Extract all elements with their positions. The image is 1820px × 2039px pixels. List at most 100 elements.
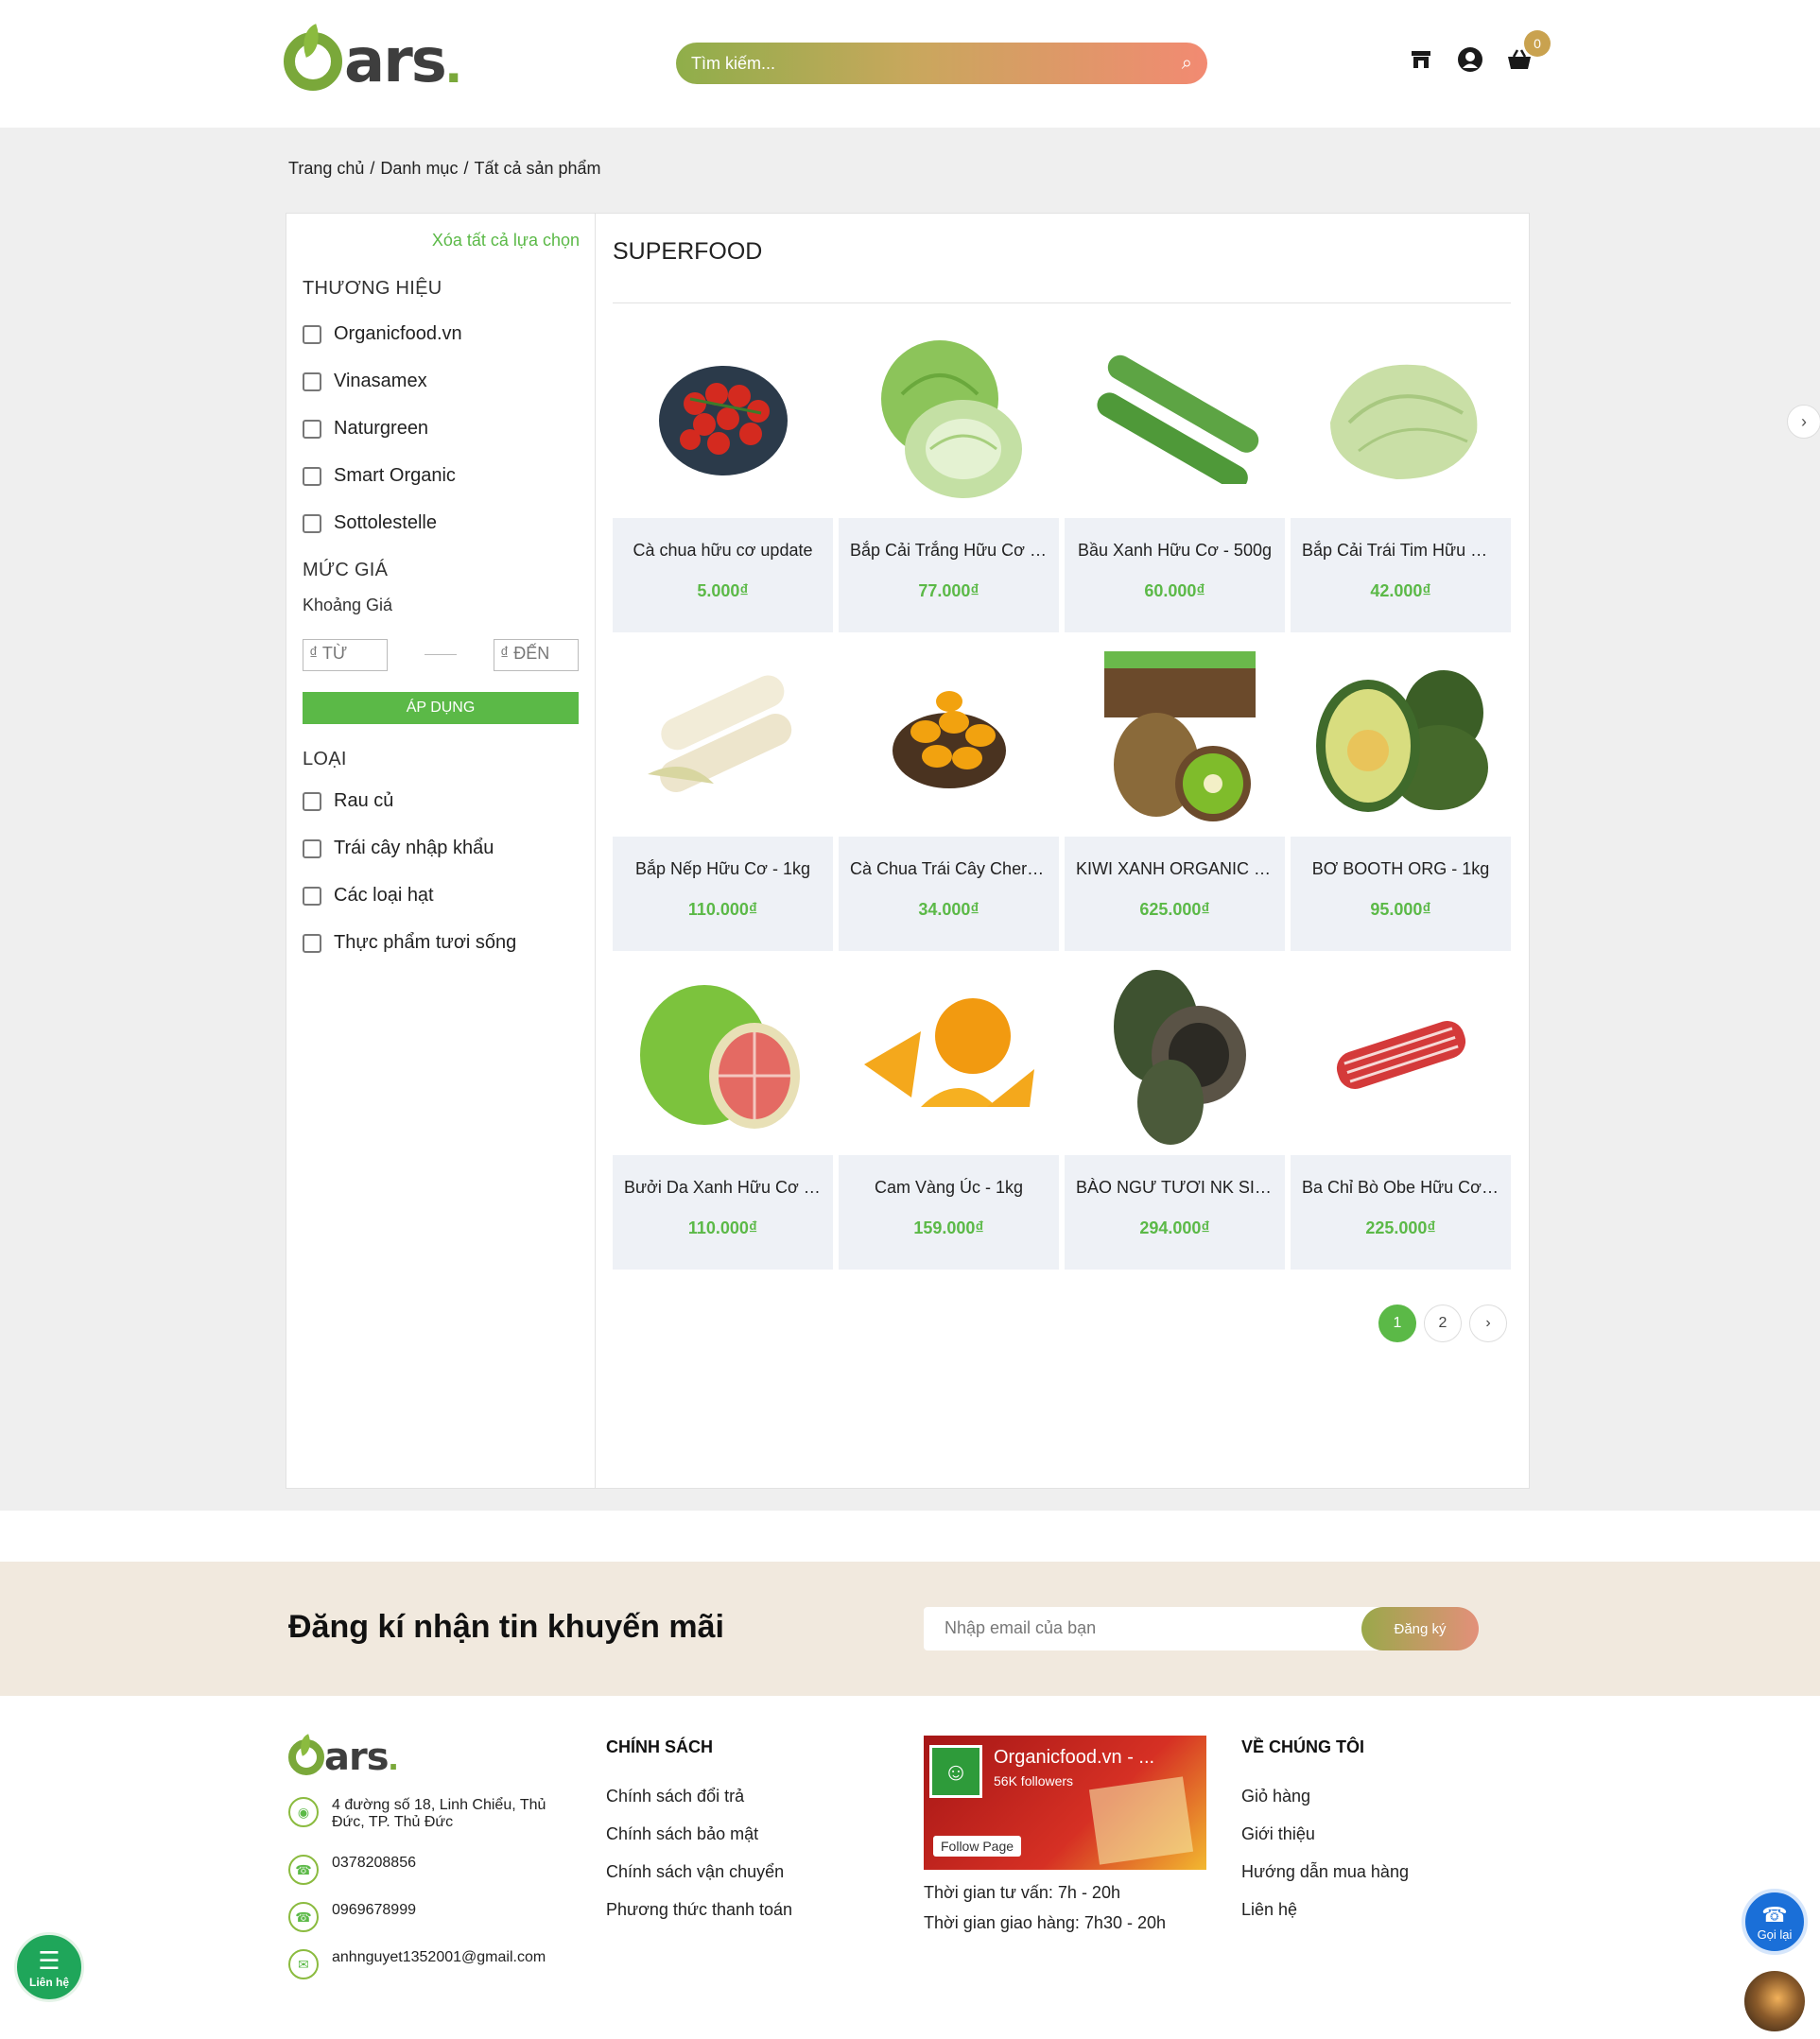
about-link-guide[interactable]: Hướng dẫn mua hàng: [1241, 1862, 1409, 1882]
checkbox[interactable]: [303, 838, 321, 858]
checkbox[interactable]: [303, 372, 321, 391]
brand-filter-naturgreen[interactable]: Naturgreen: [303, 418, 428, 440]
brand-filter-vinasamex[interactable]: Vinasamex: [303, 371, 427, 392]
product-card[interactable]: Cà Chua Trái Cây Cherry Vàng 34.000₫: [839, 636, 1059, 951]
kiwi-image[interactable]: [1065, 636, 1285, 837]
product-card[interactable]: Bắp Cải Trắng Hữu Cơ - 1kg 77.000₫: [839, 318, 1059, 632]
product-card[interactable]: Bắp Nếp Hữu Cơ - 1kg 110.000₫: [613, 636, 833, 951]
product-card[interactable]: BƠ BOOTH ORG - 1kg 95.000₫: [1291, 636, 1511, 951]
product-name[interactable]: Cà Chua Trái Cây Cherry Vàng: [839, 859, 1059, 879]
newsletter-email-input[interactable]: Nhập email của bạn: [924, 1607, 1379, 1650]
footer-email[interactable]: ✉ anhnguyet1352001@gmail.com: [288, 1949, 546, 1979]
yellow-cherry-tomato-image[interactable]: [839, 636, 1059, 837]
abalone-image[interactable]: [1065, 955, 1285, 1155]
breadcrumb-category[interactable]: Danh mục: [380, 159, 458, 178]
callback-button[interactable]: ☎ Gọi lại: [1742, 1889, 1808, 1955]
cherry-tomato-image[interactable]: [613, 318, 833, 518]
product-card[interactable]: Cam Vàng Úc - 1kg 159.000₫: [839, 955, 1059, 1270]
about-link-intro[interactable]: Giới thiệu: [1241, 1824, 1315, 1844]
cart-icon[interactable]: 0: [1505, 30, 1551, 74]
beef-slices-image[interactable]: [1291, 955, 1511, 1155]
email-text[interactable]: anhnguyet1352001@gmail.com: [332, 1949, 546, 1966]
type-filter-fresh-food[interactable]: Thực phẩm tươi sống: [303, 932, 516, 954]
checkbox[interactable]: [303, 466, 321, 486]
product-name[interactable]: KIWI XANH ORGANIC NEW ZEALAND: [1065, 859, 1285, 879]
site-logo[interactable]: ars.: [284, 26, 462, 96]
price-from-input[interactable]: ₫ TỪ: [303, 639, 388, 671]
checkbox[interactable]: [303, 886, 321, 906]
page-1-button[interactable]: 1: [1378, 1305, 1416, 1342]
type-filter-nuts[interactable]: Các loại hạt: [303, 885, 434, 907]
type-filter-imported-fruit[interactable]: Trái cây nhập khẩu: [303, 838, 494, 859]
product-name[interactable]: BÀO NGƯ TƯƠI NK SIZE 12-14 CON/KG: [1065, 1178, 1285, 1198]
brand-filter-organicfood[interactable]: Organicfood.vn: [303, 323, 462, 345]
clear-all-filters-link[interactable]: Xóa tất cả lựa chọn: [432, 231, 580, 251]
search-input[interactable]: Tìm kiếm...: [691, 54, 1182, 74]
next-page-button[interactable]: ›: [1469, 1305, 1507, 1342]
type-filter-vegetables[interactable]: Rau củ: [303, 790, 393, 812]
product-name[interactable]: Cam Vàng Úc - 1kg: [839, 1178, 1059, 1198]
newsletter-subscribe-button[interactable]: Đăng ký: [1361, 1607, 1479, 1650]
product-price: 110.000₫: [687, 900, 758, 919]
corn-image[interactable]: [613, 636, 833, 837]
price-to-input[interactable]: ₫ ĐẾN: [494, 639, 579, 671]
page-2-button[interactable]: 2: [1424, 1305, 1462, 1342]
checkbox[interactable]: [303, 513, 321, 533]
brand-filter-sottolestelle[interactable]: Sottolestelle: [303, 512, 437, 534]
cabbage-image[interactable]: [839, 318, 1059, 518]
scroll-right-button[interactable]: ›: [1787, 405, 1820, 439]
product-price: 34.000₫: [918, 900, 979, 919]
facebook-page-name[interactable]: Organicfood.vn - ...: [994, 1747, 1154, 1769]
search-icon[interactable]: ⌕: [1182, 53, 1192, 75]
product-card[interactable]: Cà chua hữu cơ update 5.000₫: [613, 318, 833, 632]
footer-phone-1[interactable]: ☎ 0378208856: [288, 1855, 416, 1885]
product-name[interactable]: Bắp Cải Trắng Hữu Cơ - 1kg: [839, 541, 1059, 561]
product-card[interactable]: Bầu Xanh Hữu Cơ - 500g 60.000₫: [1065, 318, 1285, 632]
product-name[interactable]: Cà chua hữu cơ update: [613, 541, 833, 561]
heart-cabbage-image[interactable]: [1291, 318, 1511, 518]
product-card[interactable]: Ba Chỉ Bò Obe Hữu Cơ - 500g 225.000₫: [1291, 955, 1511, 1270]
facebook-page-widget[interactable]: ☺ Organicfood.vn - ... 56K followers Fol…: [924, 1736, 1206, 1870]
brand-filter-smart-organic[interactable]: Smart Organic: [303, 465, 456, 487]
product-name[interactable]: Bắp Nếp Hữu Cơ - 1kg: [613, 859, 833, 879]
apply-price-button[interactable]: ÁP DỤNG: [303, 692, 579, 724]
checkbox[interactable]: [303, 933, 321, 953]
product-card[interactable]: BÀO NGƯ TƯƠI NK SIZE 12-14 CON/KG 294.00…: [1065, 955, 1285, 1270]
policy-link-returns[interactable]: Chính sách đổi trả: [606, 1787, 744, 1806]
store-icon[interactable]: [1407, 45, 1435, 74]
support-avatar[interactable]: [1742, 1968, 1808, 2034]
footer-logo[interactable]: ars.: [288, 1736, 399, 1779]
facebook-follow-button[interactable]: Follow Page: [933, 1836, 1022, 1857]
checkbox[interactable]: [303, 791, 321, 811]
product-name[interactable]: Ba Chỉ Bò Obe Hữu Cơ - 500g: [1291, 1178, 1511, 1198]
about-link-contact[interactable]: Liên hệ: [1241, 1900, 1297, 1920]
pomelo-image[interactable]: [613, 955, 833, 1155]
callback-label: Gọi lại: [1757, 1927, 1793, 1942]
policy-link-privacy[interactable]: Chính sách bảo mật: [606, 1824, 758, 1844]
policy-link-payment[interactable]: Phương thức thanh toán: [606, 1900, 792, 1920]
search-bar[interactable]: Tìm kiếm... ⌕: [676, 43, 1207, 84]
product-name[interactable]: Bưởi Da Xanh Hữu Cơ - 1kg: [613, 1178, 833, 1198]
checkbox[interactable]: [303, 419, 321, 439]
product-info: Cà Chua Trái Cây Cherry Vàng 34.000₫: [839, 837, 1059, 951]
phone-text[interactable]: 0378208856: [332, 1855, 416, 1872]
phone-text[interactable]: 0969678999: [332, 1902, 416, 1919]
product-name[interactable]: Bắp Cải Trái Tim Hữu Cơ - 1kg: [1291, 541, 1511, 561]
product-card[interactable]: KIWI XANH ORGANIC NEW ZEALAND 625.000₫: [1065, 636, 1285, 951]
footer-phone-2[interactable]: ☎ 0969678999: [288, 1902, 416, 1932]
avocado-image[interactable]: [1291, 636, 1511, 837]
cucumber-image[interactable]: [1065, 318, 1285, 518]
about-link-cart[interactable]: Giỏ hàng: [1241, 1787, 1310, 1806]
product-name[interactable]: BƠ BOOTH ORG - 1kg: [1291, 859, 1511, 879]
breadcrumb-home[interactable]: Trang chủ: [288, 159, 364, 178]
product-price: 42.000₫: [1370, 581, 1431, 600]
product-card[interactable]: Bưởi Da Xanh Hữu Cơ - 1kg 110.000₫: [613, 955, 833, 1270]
orange-image[interactable]: [839, 955, 1059, 1155]
policy-link-shipping[interactable]: Chính sách vận chuyển: [606, 1862, 784, 1882]
type-label: Rau củ: [334, 790, 394, 811]
account-icon[interactable]: [1456, 45, 1484, 74]
contact-chat-button[interactable]: ☰ Liên hệ: [14, 1932, 84, 2002]
checkbox[interactable]: [303, 324, 321, 344]
product-name[interactable]: Bầu Xanh Hữu Cơ - 500g: [1065, 541, 1285, 561]
product-card[interactable]: Bắp Cải Trái Tim Hữu Cơ - 1kg 42.000₫: [1291, 318, 1511, 632]
